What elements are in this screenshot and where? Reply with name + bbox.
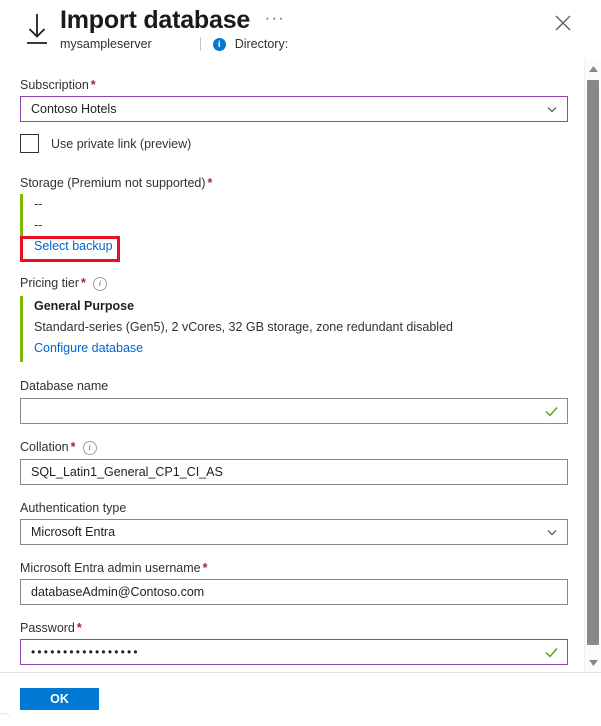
close-icon[interactable] <box>548 8 578 38</box>
password-value: ••••••••••••••••• <box>31 645 538 659</box>
pricing-tier-info-icon[interactable]: i <box>93 277 107 291</box>
select-backup-highlight <box>20 236 120 262</box>
collation-value: SQL_Latin1_General_CP1_CI_AS <box>31 465 559 479</box>
server-name-label: mysampleserver <box>60 37 152 51</box>
use-private-link-label: Use private link (preview) <box>51 137 191 151</box>
directory-label: Directory: <box>235 37 288 51</box>
pricing-tier-summary-group: General Purpose Standard-series (Gen5), … <box>20 296 490 362</box>
use-private-link-checkbox-row[interactable]: Use private link (preview) <box>20 134 191 153</box>
collation-info-icon[interactable]: i <box>83 441 97 455</box>
database-name-input[interactable] <box>20 398 568 424</box>
storage-label: Storage (Premium not supported)* <box>20 175 212 192</box>
blade-header: Import database ··· mysampleserver i Dir… <box>0 0 601 60</box>
database-name-label: Database name <box>20 378 108 395</box>
entra-admin-username-input[interactable]: databaseAdmin@Contoso.com <box>20 579 568 605</box>
subscription-value: Contoso Hotels <box>31 102 539 116</box>
import-download-arrow-icon <box>20 11 54 49</box>
scroll-down-arrow-icon[interactable] <box>585 655 601 671</box>
valid-checkmark-icon <box>544 404 559 419</box>
subtitle-divider <box>200 37 201 51</box>
password-label: Password* <box>20 620 82 637</box>
scrollbar-thumb[interactable] <box>587 80 599 645</box>
pricing-tier-details: Standard-series (Gen5), 2 vCores, 32 GB … <box>34 317 490 338</box>
corner-decoration <box>0 713 12 726</box>
authentication-type-dropdown[interactable]: Microsoft Entra <box>20 519 568 545</box>
subscription-dropdown[interactable]: Contoso Hotels <box>20 96 568 122</box>
pricing-tier-name: General Purpose <box>34 296 490 317</box>
chevron-down-icon <box>545 525 559 539</box>
configure-database-link[interactable]: Configure database <box>34 341 143 355</box>
storage-line-2: -- <box>34 215 250 236</box>
blade-form-content: Subscription* Contoso Hotels Use private… <box>0 60 584 672</box>
authentication-type-label: Authentication type <box>20 500 126 517</box>
scroll-up-arrow-icon[interactable] <box>585 61 601 77</box>
storage-line-1: -- <box>34 194 250 215</box>
entra-admin-username-value: databaseAdmin@Contoso.com <box>31 585 559 599</box>
blade-subtitle: mysampleserver i Directory: <box>60 35 288 53</box>
subscription-label: Subscription* <box>20 77 96 94</box>
ok-button[interactable]: OK <box>20 688 99 710</box>
import-database-blade: Import database ··· mysampleserver i Dir… <box>0 0 601 726</box>
vertical-scrollbar[interactable] <box>584 60 601 672</box>
entra-admin-username-label: Microsoft Entra admin username* <box>20 560 208 577</box>
collation-label: Collation*i <box>20 439 97 456</box>
authentication-type-value: Microsoft Entra <box>31 525 539 539</box>
info-icon: i <box>213 38 226 51</box>
valid-checkmark-icon <box>544 645 559 660</box>
page-title: Import database <box>60 4 250 36</box>
collation-input[interactable]: SQL_Latin1_General_CP1_CI_AS <box>20 459 568 485</box>
chevron-down-icon <box>545 102 559 116</box>
password-input[interactable]: ••••••••••••••••• <box>20 639 568 665</box>
use-private-link-checkbox[interactable] <box>20 134 39 153</box>
more-options-button[interactable]: ··· <box>263 12 287 34</box>
pricing-tier-label: Pricing tier*i <box>20 275 107 292</box>
blade-footer: OK <box>0 672 601 726</box>
